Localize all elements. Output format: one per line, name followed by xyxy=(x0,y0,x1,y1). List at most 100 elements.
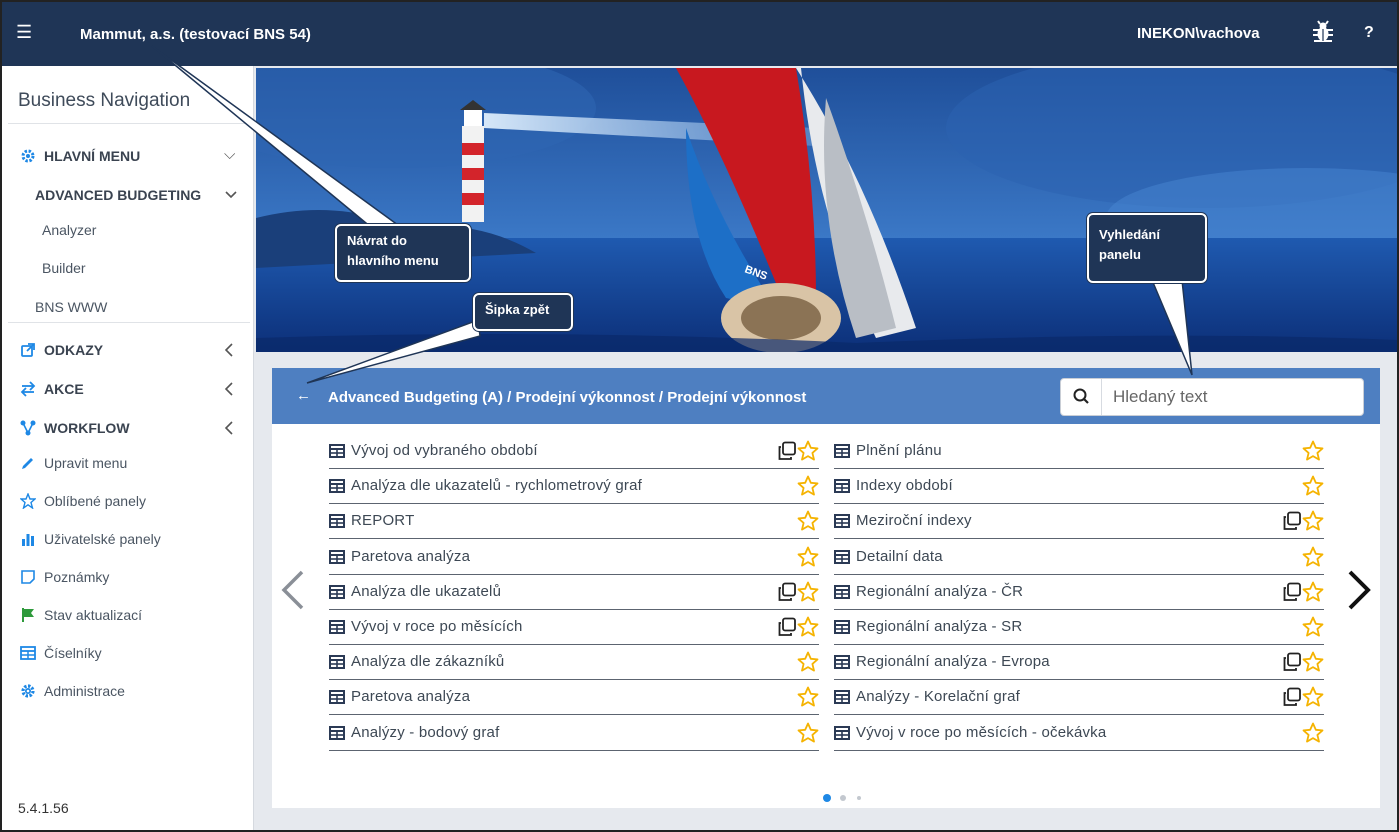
panel-row[interactable]: Vývoj od vybraného období xyxy=(329,434,819,469)
hamburger-icon[interactable]: ☰ xyxy=(16,22,36,42)
panel-row-label: Vývoj v roce po měsících xyxy=(351,618,523,635)
table-icon xyxy=(20,646,36,660)
star-icon[interactable] xyxy=(797,546,819,568)
panel-row[interactable]: Regionální analýza - ČR xyxy=(834,575,1324,610)
search-input[interactable] xyxy=(1113,385,1353,409)
user-name[interactable]: INEKON\vachova xyxy=(1137,25,1260,42)
back-arrow-button[interactable]: ← xyxy=(296,387,311,404)
pagination-dot[interactable] xyxy=(840,795,846,801)
panel-row[interactable]: Analýzy - Korelační graf xyxy=(834,680,1324,716)
table-icon xyxy=(834,444,850,458)
search-button[interactable] xyxy=(1061,379,1102,415)
copy-icon[interactable] xyxy=(777,617,797,637)
table-icon xyxy=(329,479,345,494)
sidebar: Business Navigation HLAVNÍ MENU ⌵ ADVANC… xyxy=(2,66,254,830)
company-title[interactable]: Mammut, a.s. (testovací BNS 54) xyxy=(80,26,311,43)
sidebar-item-analyzer[interactable]: Analyzer xyxy=(42,222,96,238)
sidebar-item-label: Uživatelské panely xyxy=(44,531,161,547)
star-icon[interactable] xyxy=(1302,546,1324,568)
panel-row[interactable]: Indexy období xyxy=(834,469,1324,505)
star-icon[interactable] xyxy=(1302,616,1324,638)
sidebar-item-administration[interactable]: Administrace xyxy=(2,675,252,707)
sidebar-item-notes[interactable]: Poznámky xyxy=(2,561,252,593)
sidebar-item-bns-www[interactable]: BNS WWW xyxy=(35,299,107,315)
panel-row-label: Regionální analýza - SR xyxy=(856,618,1023,635)
table-icon xyxy=(329,620,345,634)
sidebar-item-codebooks[interactable]: Číselníky xyxy=(2,637,252,669)
star-icon[interactable] xyxy=(1302,722,1324,744)
panel-list: ← Advanced Budgeting (A) / Prodejní výko… xyxy=(272,368,1380,808)
star-icon[interactable] xyxy=(797,510,819,532)
star-icon[interactable] xyxy=(797,616,819,638)
sidebar-item-main-menu[interactable]: HLAVNÍ MENU ⌵ xyxy=(2,140,252,172)
panel-row[interactable]: Paretova analýza xyxy=(329,540,819,575)
panel-row[interactable]: Meziroční indexy xyxy=(834,504,1324,540)
sailboat-illustration: BNS xyxy=(256,68,1397,352)
star-icon[interactable] xyxy=(1302,475,1324,497)
panel-row-label: Regionální analýza - ČR xyxy=(856,582,1024,600)
pagination-dot[interactable] xyxy=(857,796,861,800)
panel-row[interactable]: Regionální analýza - Evropa xyxy=(834,645,1324,681)
sidebar-item-advanced-budgeting[interactable]: ADVANCED BUDGETING xyxy=(35,187,201,203)
pagination-dot[interactable] xyxy=(823,794,831,802)
star-icon[interactable] xyxy=(797,686,819,708)
star-icon[interactable] xyxy=(797,722,819,744)
panel-row[interactable]: Analýza dle zákazníků xyxy=(329,645,819,681)
panel-row-label: Analýzy - bodový graf xyxy=(351,723,500,741)
panel-row[interactable]: Analýzy - bodový graf xyxy=(329,716,819,751)
flag-icon xyxy=(22,608,34,622)
panel-header: ← Advanced Budgeting (A) / Prodejní výko… xyxy=(272,368,1380,424)
panel-row[interactable]: Analýza dle ukazatelů xyxy=(329,575,819,610)
sidebar-item-user-panels[interactable]: Uživatelské panely xyxy=(2,523,252,555)
panel-row-label: Paretova analýza xyxy=(351,688,471,706)
copy-icon[interactable] xyxy=(1282,652,1302,672)
chevron-left-icon xyxy=(224,382,233,396)
sidebar-item-update-status[interactable]: Stav aktualizací xyxy=(2,599,252,631)
swap-icon xyxy=(20,381,36,397)
callout-text: Šipka zpět xyxy=(485,302,550,317)
copy-icon[interactable] xyxy=(1282,582,1302,602)
sidebar-item-builder[interactable]: Builder xyxy=(42,260,86,276)
gear-icon xyxy=(21,149,35,163)
callout-text: hlavního menu xyxy=(347,253,439,268)
panel-row[interactable]: Detailní data xyxy=(834,540,1324,575)
sidebar-item-links[interactable]: ODKAZY xyxy=(2,334,252,366)
panel-row[interactable]: Plnění plánu xyxy=(834,434,1324,469)
copy-icon[interactable] xyxy=(777,441,797,461)
sidebar-item-edit-menu[interactable]: Upravit menu xyxy=(2,447,252,479)
search-box xyxy=(1060,378,1364,416)
copy-icon[interactable] xyxy=(1282,511,1302,531)
table-icon xyxy=(329,584,345,599)
star-icon[interactable] xyxy=(797,475,819,497)
copy-icon[interactable] xyxy=(1282,687,1302,707)
cog-icon xyxy=(21,684,35,698)
star-icon[interactable] xyxy=(1302,651,1324,673)
chevron-right-icon[interactable] xyxy=(1344,568,1374,612)
callout-text: panelu xyxy=(1099,247,1141,262)
panel-row[interactable]: Paretova analýza xyxy=(329,680,819,716)
star-icon[interactable] xyxy=(797,440,819,462)
table-icon xyxy=(834,479,850,494)
panel-row[interactable]: Regionální analýza - SR xyxy=(834,610,1324,645)
star-icon[interactable] xyxy=(1302,510,1324,532)
star-icon[interactable] xyxy=(797,581,819,603)
sidebar-item-label: Stav aktualizací xyxy=(44,607,143,623)
panel-row[interactable]: REPORT xyxy=(329,504,819,540)
star-icon[interactable] xyxy=(1302,581,1324,603)
panel-row[interactable]: Vývoj v roce po měsících - očekávka xyxy=(834,716,1324,751)
panel-row-label: Analýza dle zákazníků xyxy=(351,653,505,671)
help-button[interactable]: ? xyxy=(1364,24,1374,42)
sidebar-item-workflow[interactable]: WORKFLOW xyxy=(2,412,252,444)
sidebar-item-favorites[interactable]: Oblíbené panely xyxy=(2,485,252,517)
chevron-left-icon[interactable] xyxy=(278,568,308,612)
star-icon[interactable] xyxy=(797,651,819,673)
panel-row[interactable]: Analýza dle ukazatelů - rychlometrový gr… xyxy=(329,469,819,505)
sidebar-item-actions[interactable]: AKCE xyxy=(2,373,252,405)
table-icon xyxy=(834,655,850,670)
copy-icon[interactable] xyxy=(777,582,797,602)
star-icon[interactable] xyxy=(1302,686,1324,708)
breadcrumb[interactable]: Advanced Budgeting (A) / Prodejní výkonn… xyxy=(328,389,806,406)
panel-row[interactable]: Vývoj v roce po měsících xyxy=(329,610,819,645)
star-icon[interactable] xyxy=(1302,440,1324,462)
bug-icon[interactable] xyxy=(1312,20,1334,44)
